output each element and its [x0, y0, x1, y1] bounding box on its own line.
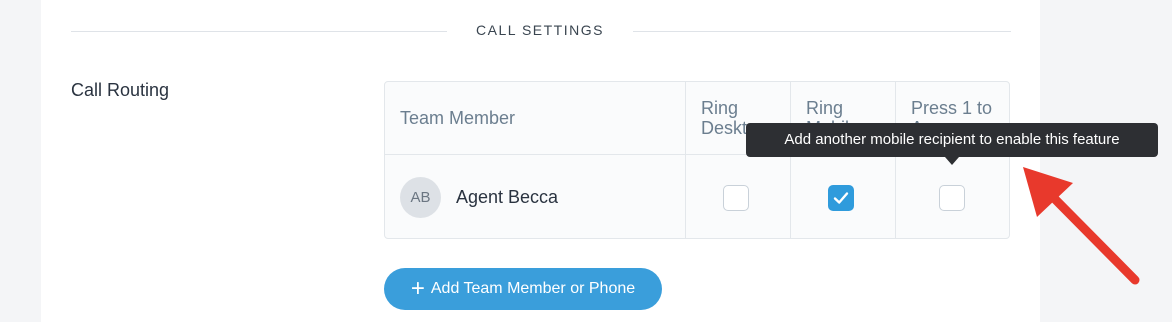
divider-right — [633, 31, 1011, 32]
add-team-member-label: Add Team Member or Phone — [430, 280, 636, 297]
ring-mobile-checkbox[interactable] — [828, 185, 854, 211]
add-team-member-button[interactable]: + Add Team Member or Phone — [384, 268, 662, 310]
divider-left — [71, 31, 447, 32]
settings-panel: CALL SETTINGS Call Routing Team Member R… — [41, 0, 1040, 322]
call-routing-table: Team Member Ring Desktop Ring Mobile Pre… — [384, 81, 1010, 239]
plus-icon: + — [410, 275, 425, 302]
section-title: CALL SETTINGS — [476, 22, 604, 38]
column-header-team-member: Team Member — [400, 108, 516, 128]
checkmark-icon — [833, 192, 849, 204]
tooltip-tail — [945, 157, 959, 165]
cell-divider — [895, 155, 896, 238]
cell-divider — [685, 155, 686, 238]
press-1-checkbox[interactable] — [939, 185, 965, 211]
tooltip-text: Add another mobile recipient to enable t… — [784, 131, 1120, 148]
ring-desktop-checkbox[interactable] — [723, 185, 749, 211]
cell-divider — [790, 155, 791, 238]
tooltip: Add another mobile recipient to enable t… — [746, 123, 1158, 165]
table-row: AB Agent Becca — [385, 155, 1009, 238]
avatar: AB — [400, 177, 441, 218]
annotation-arrow-icon — [1023, 167, 1140, 285]
team-member-name: Agent Becca — [456, 187, 559, 207]
call-routing-label: Call Routing — [71, 80, 170, 100]
section-header: CALL SETTINGS — [71, 20, 1011, 42]
